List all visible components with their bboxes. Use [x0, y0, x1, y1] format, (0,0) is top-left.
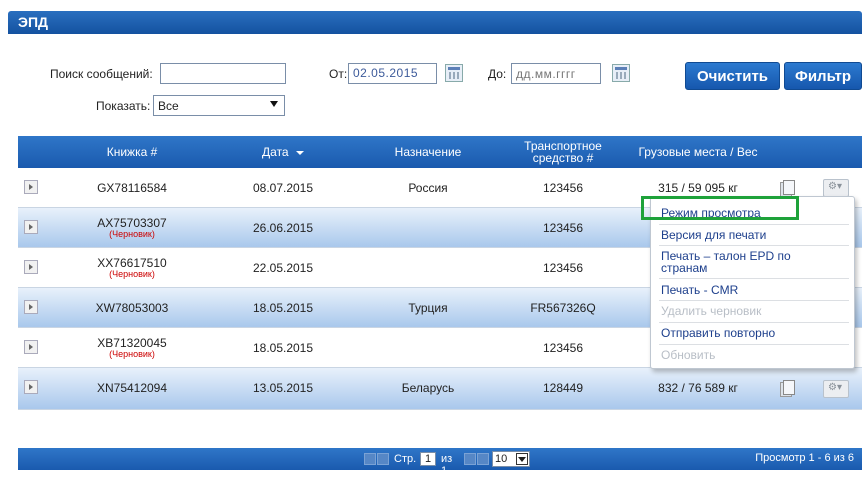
expand-row-icon[interactable]: [24, 180, 38, 194]
menu-item-print-epd-stub[interactable]: Печать – талон EPD по странам: [661, 250, 836, 274]
vehicle-cell: 123456: [542, 221, 584, 235]
filter-button[interactable]: Фильтр: [784, 62, 862, 90]
page-size-value: 10: [495, 453, 508, 465]
page-label: Стр.: [394, 453, 417, 465]
date-cell: 18.05.2015: [252, 301, 314, 315]
highlight-frame: [641, 196, 799, 220]
search-label: Поиск сообщений:: [50, 67, 153, 81]
book-number: GX78116584: [97, 181, 167, 195]
show-label: Показать:: [96, 99, 151, 113]
show-select[interactable]: Все: [153, 95, 285, 116]
column-date[interactable]: Дата: [228, 136, 338, 168]
last-page-icon[interactable]: [477, 453, 489, 465]
clear-button[interactable]: Очистить: [685, 62, 780, 90]
book-cell: XB71320045 (Черновик): [66, 328, 198, 368]
column-cargo[interactable]: Грузовые места / Вес: [628, 136, 768, 168]
row-actions-button[interactable]: ⚙▾: [823, 380, 849, 398]
menu-item-delete-draft: Удалить черновик: [661, 304, 762, 318]
view-records-text: Просмотр 1 - 6 из 6: [755, 452, 854, 464]
vehicle-cell: 123456: [542, 341, 584, 355]
pager: Стр. 1 из 1 10 Просмотр 1 - 6 из 6: [18, 448, 862, 477]
date-cell: 22.05.2015: [252, 261, 314, 275]
date-cell: 13.05.2015: [252, 381, 314, 395]
sort-desc-icon: [295, 150, 304, 155]
book-cell: GX78116584: [66, 168, 198, 208]
date-cell: 18.05.2015: [252, 341, 314, 355]
show-select-value: Все: [158, 99, 179, 113]
table-row[interactable]: XN75412094 13.05.2015 Беларусь 128449 83…: [18, 368, 862, 410]
document-icon[interactable]: [780, 380, 795, 397]
from-date-input[interactable]: 02.05.2015: [348, 63, 437, 84]
page-of-label: из 1: [441, 453, 453, 477]
book-cell: XX76617510 (Черновик): [66, 248, 198, 288]
destination-cell: Беларусь: [401, 381, 455, 395]
book-number: XN75412094: [96, 381, 168, 395]
search-input[interactable]: [160, 63, 286, 84]
date-cell: 08.07.2015: [252, 181, 314, 195]
column-destination[interactable]: Назначение: [358, 136, 498, 168]
draft-label: (Черновик): [109, 269, 155, 279]
expand-row-icon[interactable]: [24, 340, 38, 354]
book-number: XB71320045: [97, 336, 167, 350]
menu-item-print-version[interactable]: Версия для печати: [661, 229, 849, 241]
page-size-select[interactable]: 10: [492, 451, 530, 467]
expand-row-icon[interactable]: [24, 220, 38, 234]
row-context-menu: Режим просмотра Версия для печати Печать…: [650, 196, 855, 369]
from-calendar-icon[interactable]: [445, 64, 463, 82]
to-date-input[interactable]: [511, 63, 601, 84]
menu-separator: [659, 344, 849, 345]
menu-item-print-cmr[interactable]: Печать - CMR: [661, 284, 849, 296]
row-actions-button[interactable]: ⚙▾: [823, 179, 849, 197]
table-header: Книжка # Дата Назначение Транспортное ср…: [18, 136, 862, 168]
chevron-down-icon: [270, 101, 278, 107]
menu-separator: [659, 245, 849, 246]
filter-panel: Поиск сообщений: От: 02.05.2015 До: Очис…: [8, 34, 862, 136]
vehicle-cell: FR567326Q: [530, 301, 596, 315]
expand-row-icon[interactable]: [24, 260, 38, 274]
menu-separator: [659, 278, 849, 279]
book-number: AX75703307: [97, 216, 167, 230]
first-page-icon[interactable]: [364, 453, 376, 465]
to-calendar-icon[interactable]: [612, 64, 630, 82]
book-cell: AX75703307 (Черновик): [66, 208, 198, 248]
book-cell: XW78053003: [66, 288, 198, 328]
next-page-icon[interactable]: [464, 453, 476, 465]
menu-separator: [659, 224, 849, 225]
menu-separator: [659, 300, 849, 301]
gear-icon: ⚙▾: [828, 181, 842, 192]
book-cell: XN75412094: [66, 368, 198, 408]
cargo-cell: 832 / 76 589 кг: [658, 381, 738, 395]
draft-label: (Черновик): [109, 229, 155, 239]
expand-row-icon[interactable]: [24, 300, 38, 314]
date-cell: 26.06.2015: [252, 221, 314, 235]
chevron-down-icon: [516, 453, 528, 465]
book-number: XW78053003: [95, 301, 169, 315]
page-input[interactable]: 1: [420, 452, 436, 466]
to-label: До:: [488, 67, 507, 81]
from-label: От:: [329, 67, 348, 81]
gear-icon: ⚙▾: [828, 382, 842, 393]
menu-item-resend[interactable]: Отправить повторно: [661, 327, 849, 339]
document-icon[interactable]: [780, 180, 795, 197]
expand-row-icon[interactable]: [24, 380, 38, 394]
vehicle-cell: 128449: [542, 381, 584, 395]
book-number: XX76617510: [97, 256, 167, 270]
menu-separator: [659, 322, 849, 323]
destination-cell: Турция: [408, 301, 448, 315]
panel-titlebar: ЭПД: [8, 11, 862, 34]
menu-item-refresh: Обновить: [661, 348, 716, 362]
vehicle-cell: 123456: [542, 261, 584, 275]
panel-title: ЭПД: [18, 14, 48, 30]
destination-cell: Россия: [408, 181, 448, 195]
vehicle-cell: 123456: [542, 181, 584, 195]
column-book[interactable]: Книжка #: [66, 136, 198, 168]
column-date-label: Дата: [262, 145, 289, 159]
draft-label: (Черновик): [109, 349, 155, 359]
prev-page-icon[interactable]: [377, 453, 389, 465]
